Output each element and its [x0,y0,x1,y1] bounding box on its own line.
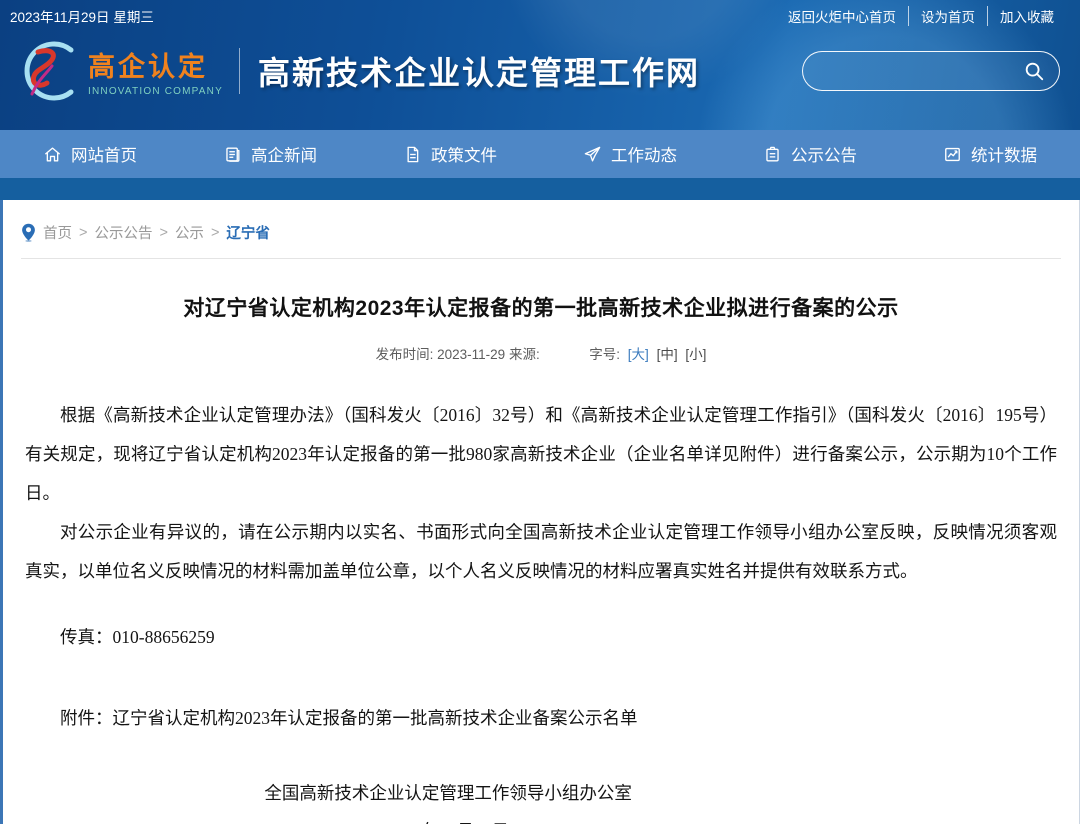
article-title: 对辽宁省认定机构2023年认定报备的第一批高新技术企业拟进行备案的公示 [25,292,1057,322]
breadcrumb-separator: > [159,225,167,241]
article-body: 根据《高新技术企业认定管理办法》（国科发火〔2016〕32号）和《高新技术企业认… [25,396,1057,591]
article-meta: 发布时间: 2023-11-29 来源: 字号: [大] [中] [小] [25,343,1057,363]
breadcrumb-divider [21,258,1061,259]
nav-item-news[interactable]: 高企新闻 [180,130,360,178]
add-favorite-link[interactable]: 加入收藏 [987,6,1066,26]
attachment-line: 附件：辽宁省认定机构2023年认定报备的第一批高新技术企业备案公示名单 [25,699,1057,738]
source-label: 来源: [509,347,540,362]
banner-row: 高企认定 INNOVATION COMPANY 高新技术企业认定管理工作网 [0,26,1080,106]
attachment-label: 附件： [60,708,113,728]
nav-item-home[interactable]: 网站首页 [0,130,180,178]
nav-item-label: 统计数据 [971,142,1037,166]
breadcrumb-separator: > [79,225,87,241]
breadcrumb-publicity[interactable]: 公示 [175,222,204,243]
fax-line: 传真：010-88656259 [25,618,1057,657]
logo-text: 高企认定 INNOVATION COMPANY [88,45,223,97]
publish-time-label: 发布时间: [376,347,434,362]
font-size-medium-button[interactable]: [中] [657,347,678,362]
signature-block: 全国高新技术企业认定管理工作领导小组办公室 2023年11月29日 [25,774,871,824]
site-header: 2023年11月29日 星期三 返回火炬中心首页 设为首页 加入收藏 高企认定 … [0,0,1080,130]
breadcrumb: 首页 > 公示公告 > 公示 > 辽宁省 [21,200,1061,243]
publish-date: 2023-11-29 [437,347,505,362]
news-icon [223,145,242,164]
logo-title-divider [239,48,240,94]
nav-item-label: 公示公告 [791,142,857,166]
site-logo[interactable]: 高企认定 INNOVATION COMPANY [8,36,223,106]
top-utility-bar: 2023年11月29日 星期三 返回火炬中心首页 设为首页 加入收藏 [0,0,1080,26]
site-title: 高新技术企业认定管理工作网 [258,48,700,94]
main-nav: 网站首页 高企新闻 政策文件 工作动态 公示公告 [0,130,1080,178]
signature-date: 2023年11月29日 [25,812,871,824]
logo-mark-icon [8,36,82,106]
back-to-torch-home-link[interactable]: 返回火炬中心首页 [776,6,908,26]
paper-plane-icon [583,145,602,164]
nav-bottom-band [0,178,1080,200]
font-size-large-button[interactable]: [大] [628,347,649,362]
nav-item-policy[interactable]: 政策文件 [360,130,540,178]
article-paragraph: 对公示企业有异议的，请在公示期内以实名、书面形式向全国高新技术企业认定管理工作领… [25,513,1057,591]
search-input[interactable] [819,63,1023,79]
logo-en-text: INNOVATION COMPANY [88,86,223,97]
nav-item-statistics[interactable]: 统计数据 [900,130,1080,178]
logo-cn-text: 高企认定 [88,45,223,84]
search-box [802,51,1060,91]
attachment-link[interactable]: 辽宁省认定机构2023年认定报备的第一批高新技术企业备案公示名单 [113,708,638,728]
breadcrumb-announcements[interactable]: 公示公告 [94,222,152,243]
nav-item-label: 高企新闻 [251,142,317,166]
topbar-links: 返回火炬中心首页 设为首页 加入收藏 [776,6,1066,26]
font-size-small-button[interactable]: [小] [685,347,706,362]
main-content: 首页 > 公示公告 > 公示 > 辽宁省 对辽宁省认定机构2023年认定报备的第… [0,200,1080,824]
set-homepage-link[interactable]: 设为首页 [908,6,987,26]
stats-chart-icon [943,145,962,164]
article-paragraph: 根据《高新技术企业认定管理办法》（国科发火〔2016〕32号）和《高新技术企业认… [25,396,1057,513]
policy-doc-icon [403,145,422,164]
breadcrumb-home[interactable]: 首页 [43,222,72,243]
search-icon[interactable] [1023,59,1047,83]
location-pin-icon [21,223,36,242]
nav-item-label: 网站首页 [71,142,137,166]
nav-item-dynamics[interactable]: 工作动态 [540,130,720,178]
nav-item-label: 工作动态 [611,142,677,166]
nav-item-announcements[interactable]: 公示公告 [720,130,900,178]
breadcrumb-current-liaoning[interactable]: 辽宁省 [226,222,270,243]
article: 对辽宁省认定机构2023年认定报备的第一批高新技术企业拟进行备案的公示 发布时间… [21,292,1061,824]
breadcrumb-separator: > [211,225,219,241]
home-icon [43,145,62,164]
signature-office: 全国高新技术企业认定管理工作领导小组办公室 [25,774,871,812]
announcement-icon [763,145,782,164]
nav-item-label: 政策文件 [431,142,497,166]
current-date: 2023年11月29日 星期三 [10,6,154,26]
font-size-label: 字号: [589,347,620,362]
